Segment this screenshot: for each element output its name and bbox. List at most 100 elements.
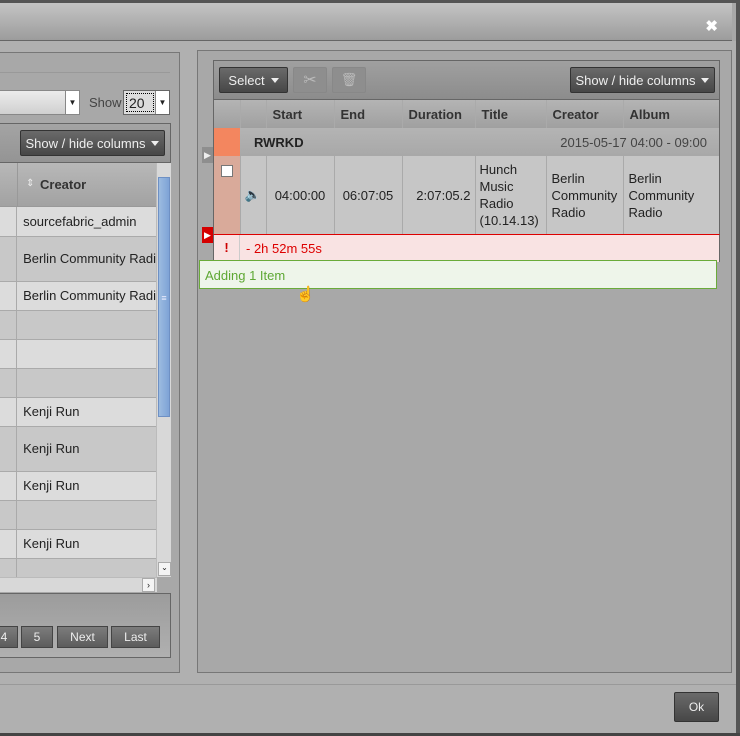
trash-icon: 🗑 [340,72,358,87]
speaker-icon: 🔈 [240,156,267,234]
hand-cursor-icon: ☝ [296,286,315,303]
row-cell [0,558,18,577]
filter-select[interactable]: ▼ [0,90,80,115]
row-cell [0,500,18,530]
library-row[interactable]: Kenji Run [0,471,157,501]
caret-down-icon [270,77,279,83]
row-cell [0,368,18,398]
page-size-value: 20 [126,93,154,112]
button-label: Show / hide columns [25,135,146,151]
row-cell [0,339,18,369]
creator-cell: Kenji Run [16,471,157,501]
library-row[interactable] [0,310,157,340]
column-header-album[interactable]: Album [623,100,719,128]
creator-cell [16,500,157,530]
button-label: Show / hide columns [575,72,696,88]
column-header-creator[interactable]: Creator [40,177,86,192]
creator-cell [16,558,157,577]
page-5-button[interactable]: 5 [21,626,53,648]
item-album: Berlin Community Radio [628,170,695,220]
last-page-button[interactable]: Last [111,626,160,648]
column-header-start[interactable]: Start [266,100,335,128]
schedule-table: Start End Duration Title Creator Album R… [213,100,720,234]
creator-cell: Berlin Community Radi [16,236,157,282]
play-marker-icon: ▶ [202,147,213,163]
creator-cell: sourcefabric_admin [16,207,157,237]
creator-cell: Kenji Run [16,426,157,472]
show-hide-columns-button[interactable]: Show / hide columns [570,67,715,93]
library-table-body: sourcefabric_admin Berlin Community Radi B… [0,207,157,577]
warning-icon: ! [214,235,240,262]
close-icon[interactable]: ✖ [705,17,718,35]
footer-divider [0,684,736,685]
show-hide-columns-button[interactable]: Show / hide columns [20,130,165,156]
library-row[interactable]: Kenji Run [0,529,157,559]
scissors-icon: ✂ [303,72,317,89]
next-page-button[interactable]: Next [57,626,108,648]
row-cell [0,529,18,559]
scroll-down-icon[interactable]: ⌄ [158,562,171,576]
select-button[interactable]: Select [219,67,288,93]
gap-row: ! - 2h 52m 55s [213,234,720,262]
creator-cell: Berlin Community Radi [16,281,157,311]
library-row[interactable]: Berlin Community Radi [0,236,157,282]
show-header-row: RWRKD 2015-05-17 04:00 - 09:00 [214,128,719,156]
gap-duration: - 2h 52m 55s [246,241,322,256]
row-cell [0,397,18,427]
chevron-down-icon: ▼ [155,91,169,114]
item-end: 06:07:05 [334,156,403,234]
show-label: Show [89,95,122,110]
creator-cell [16,310,157,340]
divider [0,72,170,73]
row-cell [0,310,18,340]
horizontal-scrollbar[interactable]: › [0,577,157,592]
column-header-creator[interactable]: Creator [546,100,624,128]
item-duration: 2:07:05.2 [402,156,476,234]
chevron-down-icon: ▼ [65,91,79,114]
page-size-select[interactable]: 20 ▼ [123,90,170,115]
right-border [736,0,740,736]
item-title: Hunch Music Radio (10.14.13) [475,156,547,234]
sort-icon[interactable]: ⇕ [26,178,34,189]
page-4-button[interactable]: 4 [0,626,18,648]
column-header-end[interactable]: End [334,100,403,128]
scrollbar-thumb[interactable]: ≡ [158,177,170,417]
row-cell [0,207,18,237]
button-label: Select [228,72,265,88]
library-row[interactable] [0,500,157,530]
cut-button[interactable]: ✂ [293,67,327,93]
schedule-item-row[interactable]: 🔈 04:00:00 06:07:05 2:07:05.2 Hunch Musi… [214,156,719,234]
vertical-scrollbar[interactable]: ≡ ⌄ [156,163,171,577]
library-row[interactable]: Kenji Run [0,397,157,427]
show-name: RWRKD [254,134,304,150]
row-checkbox[interactable] [221,165,233,177]
library-table-header: ⇕ Creator [0,163,157,207]
dialog-titlebar: ✖ [0,3,732,41]
caret-down-icon [701,77,710,83]
scroll-right-icon[interactable]: › [142,578,155,592]
current-position-marker-icon: ▶ [202,227,213,243]
ok-button[interactable]: Ok [674,692,719,722]
creator-cell [16,339,157,369]
creator-cell: Kenji Run [16,529,157,559]
library-row[interactable] [0,339,157,369]
library-row[interactable]: Berlin Community Radi [0,281,157,311]
library-row[interactable]: sourcefabric_admin [0,207,157,237]
show-time: 2015-05-17 04:00 - 09:00 [560,134,707,150]
library-row[interactable] [0,368,157,398]
row-cell [0,236,18,282]
caret-down-icon [151,140,160,146]
drag-helper: Adding 1 Item [199,260,717,289]
creator-cell: Kenji Run [16,397,157,427]
item-creator: Berlin Community Radio [546,156,624,234]
library-row[interactable] [0,558,157,577]
row-cell [0,426,18,472]
delete-button[interactable]: 🗑 [332,67,366,93]
library-row[interactable]: Kenji Run [0,426,157,472]
column-header-title[interactable]: Title [475,100,547,128]
column-header-duration[interactable]: Duration [402,100,476,128]
creator-cell [16,368,157,398]
show-color-swatch [214,128,240,156]
row-checkbox-cell [214,156,241,234]
item-start: 04:00:00 [266,156,335,234]
